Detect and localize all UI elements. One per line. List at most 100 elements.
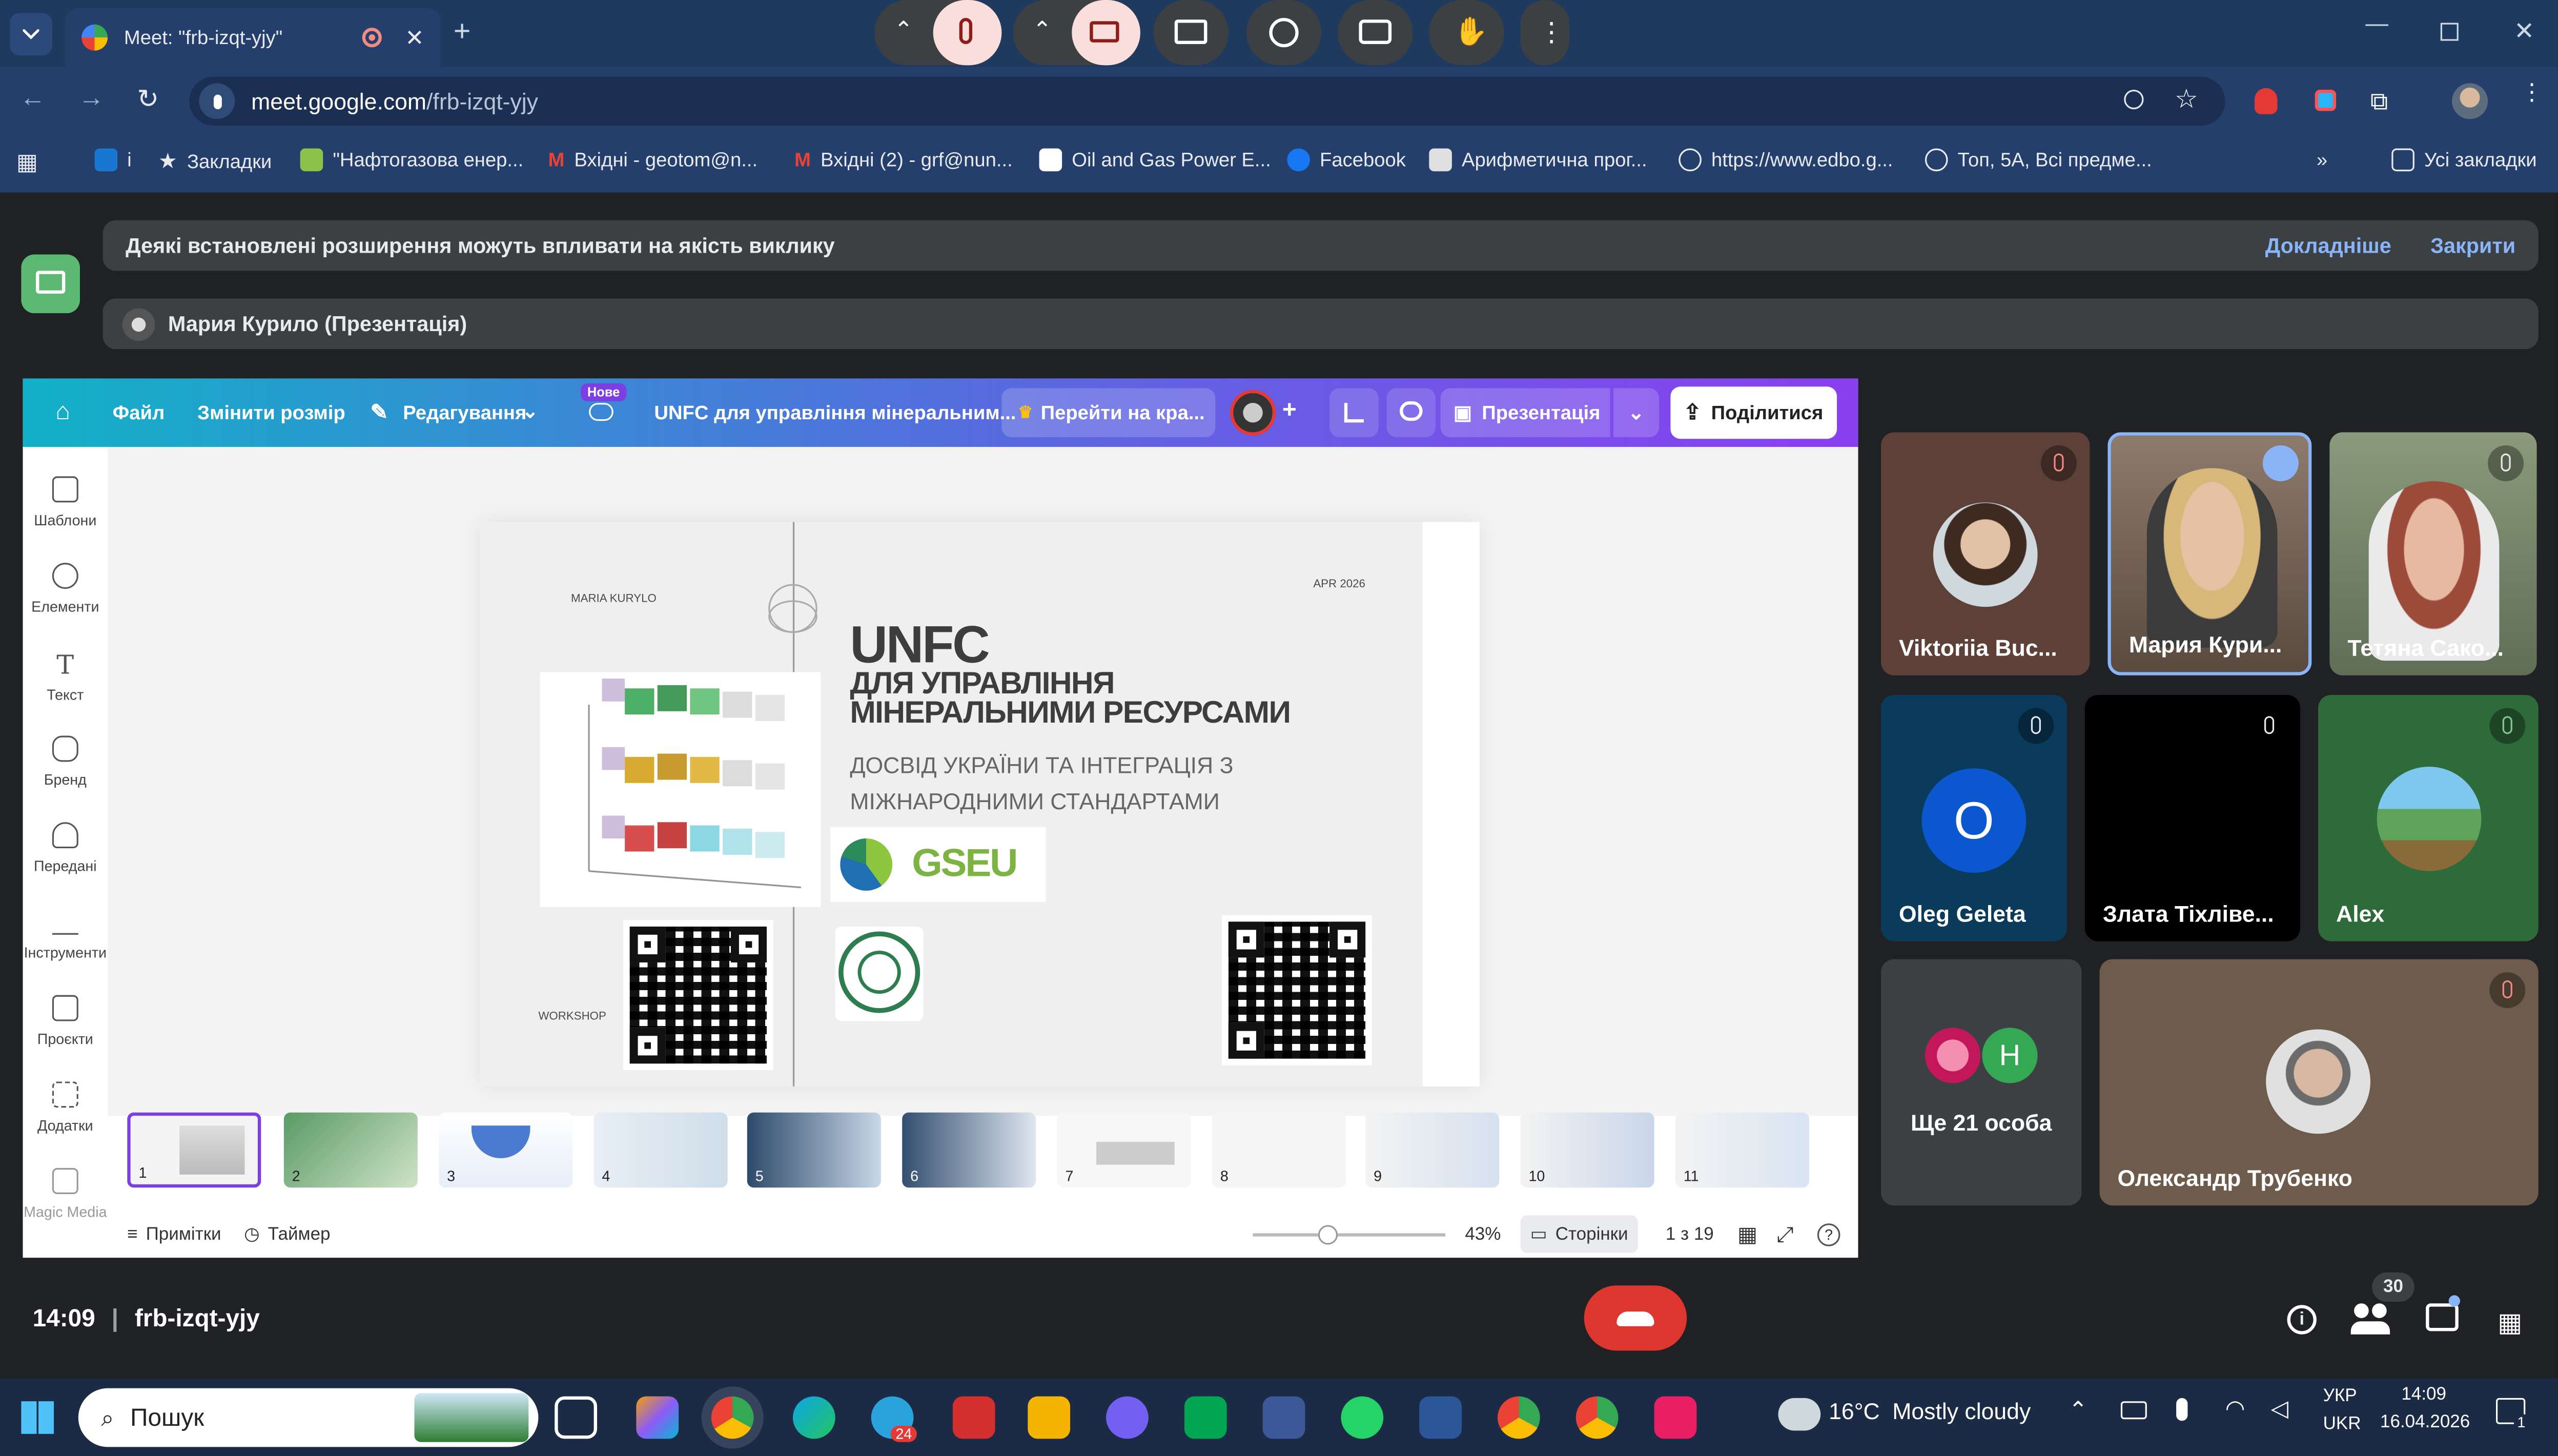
participant-tile-4[interactable]: O Oleg Geleta: [1880, 694, 2067, 941]
present-screen-button[interactable]: [1153, 0, 1229, 66]
bookmark-star-icon[interactable]: ☆: [2175, 83, 2198, 116]
file-explorer-icon[interactable]: [1028, 1396, 1071, 1439]
new-tab-icon[interactable]: +: [454, 15, 470, 49]
chevron-down-icon[interactable]: ⌄: [522, 400, 539, 423]
mic-toggle-button[interactable]: [933, 0, 1002, 66]
slide[interactable]: MARIA KURYLO APR 2026 UNFC ДЛЯ УПРАВЛІНН…: [479, 522, 1480, 1086]
thumbnail-3[interactable]: 3: [439, 1112, 573, 1188]
extension-screen-icon[interactable]: [2315, 90, 2337, 111]
more-bookmarks-icon[interactable]: »: [2317, 149, 2327, 172]
tab-search-button[interactable]: [10, 13, 52, 56]
language-secondary[interactable]: UKR: [2323, 1414, 2361, 1434]
chrome-taskbar-icon[interactable]: [701, 1386, 764, 1449]
bookmark-10[interactable]: Топ, 5А, Всі предме...: [1925, 148, 2152, 172]
thumbnail-6[interactable]: 6: [902, 1112, 1036, 1188]
learn-more-link[interactable]: Докладніше: [2265, 233, 2391, 258]
sidebar-templates[interactable]: Шаблони: [23, 476, 108, 528]
restore-button[interactable]: [2440, 23, 2459, 41]
tray-device-icon[interactable]: [2120, 1401, 2147, 1420]
clock-time[interactable]: 14:09: [2401, 1385, 2446, 1404]
tray-chevron-up-icon[interactable]: ⌃: [2069, 1397, 2088, 1424]
participant-tile-5[interactable]: Злата Тіхліве...: [2084, 694, 2301, 941]
screen-recorder-icon[interactable]: [1654, 1396, 1697, 1439]
editing-menu[interactable]: Редагування: [403, 401, 526, 424]
meet-app-icon[interactable]: [1184, 1396, 1227, 1439]
comments-button[interactable]: [1386, 388, 1436, 438]
window-close-button[interactable]: ✕: [2514, 16, 2534, 46]
add-collaborator-icon[interactable]: +: [1282, 396, 1297, 424]
sidebar-uploads[interactable]: Передані: [23, 822, 108, 874]
clock-date[interactable]: 16.04.2026: [2380, 1412, 2470, 1432]
start-windows-icon[interactable]: [21, 1401, 54, 1434]
apps-grid-icon[interactable]: ▦: [16, 149, 38, 176]
companion-mode-button[interactable]: [21, 254, 80, 314]
reactions-button[interactable]: [1246, 0, 1322, 66]
copilot-icon[interactable]: [636, 1396, 679, 1439]
grid-view-icon[interactable]: ▦: [1737, 1221, 1757, 1247]
browser-tab[interactable]: Meet: "frb-izqt-yjy" ✕: [65, 8, 441, 67]
tab-close-icon[interactable]: ✕: [405, 24, 424, 51]
thumbnail-8[interactable]: 8: [1212, 1112, 1346, 1188]
camera-toggle-button[interactable]: [1072, 0, 1140, 66]
thumbnail-2[interactable]: 2: [283, 1112, 418, 1188]
activities-grid-icon[interactable]: ▦: [2498, 1307, 2522, 1340]
tray-mic-icon[interactable]: [2176, 1398, 2188, 1421]
back-icon[interactable]: ←: [19, 85, 46, 114]
browser-menu-icon[interactable]: ⋮: [2521, 80, 2544, 103]
chrome-profile-icon[interactable]: [1497, 1396, 1540, 1439]
notes-button[interactable]: Примітки: [146, 1224, 221, 1244]
close-banner-link[interactable]: Закрити: [2430, 233, 2515, 258]
analytics-button[interactable]: [1329, 388, 1379, 438]
participant-tile-6[interactable]: Alex: [2318, 694, 2539, 941]
people-button[interactable]: [2350, 1303, 2393, 1336]
fullscreen-icon[interactable]: ⤢: [1776, 1221, 1793, 1247]
file-menu[interactable]: Файл: [113, 401, 165, 424]
participant-tile-2[interactable]: Мария Кури...: [2107, 432, 2312, 675]
document-title[interactable]: UNFC для управління мінеральним...: [654, 401, 1016, 424]
present-options-chevron-icon[interactable]: ⌄: [1613, 388, 1660, 438]
participant-tile-8[interactable]: Олександр Трубенко: [2099, 959, 2539, 1206]
thumbnail-4[interactable]: 4: [594, 1112, 728, 1188]
extension-red-icon[interactable]: [2254, 88, 2278, 114]
bookmark-4[interactable]: M Вхідні - geotom@n...: [548, 149, 758, 172]
bookmark-9[interactable]: https://www.edbo.g...: [1679, 148, 1893, 172]
thumbnail-1[interactable]: 1: [127, 1112, 261, 1188]
bookmark-6[interactable]: Oil and Gas Power E...: [1039, 148, 1271, 172]
more-options-button[interactable]: ⋮: [1520, 0, 1570, 66]
bookmark-2[interactable]: ★ Закладки: [158, 149, 272, 175]
chrome-profile-2-icon[interactable]: [1575, 1396, 1619, 1439]
thumbnail-5[interactable]: 5: [747, 1112, 881, 1188]
more-participants-tile[interactable]: H Ще 21 особа: [1880, 959, 2082, 1206]
camera-options-chevron-icon[interactable]: ⌃: [1033, 16, 1052, 44]
task-view-icon[interactable]: [555, 1396, 597, 1439]
thumbnail-11[interactable]: 11: [1675, 1112, 1809, 1188]
qr-code-right[interactable]: [1222, 915, 1372, 1065]
whatsapp-icon[interactable]: [1341, 1396, 1384, 1439]
mic-site-icon[interactable]: [199, 83, 235, 119]
weather-text[interactable]: Mostly cloudy: [1892, 1398, 2031, 1424]
minimize-button[interactable]: —: [2365, 10, 2388, 36]
edge-icon[interactable]: [792, 1396, 835, 1439]
taskbar-search[interactable]: ⌕ Пошук: [78, 1388, 539, 1447]
bookmark-3[interactable]: "Нафтогазова енер...: [300, 148, 523, 172]
bookmark-7[interactable]: Facebook: [1287, 148, 1406, 172]
pages-button[interactable]: ▭ Сторінки: [1520, 1215, 1638, 1253]
sidebar-projects[interactable]: Проєкти: [23, 995, 108, 1047]
reload-icon[interactable]: ↻: [137, 83, 159, 116]
share-button[interactable]: ⇪ Поділитися: [1670, 386, 1837, 439]
sidebar-tools[interactable]: Інструменти: [23, 909, 108, 961]
participant-tile-3[interactable]: Тетяна Сако...: [2329, 432, 2537, 675]
pdf-editor-icon[interactable]: [952, 1396, 995, 1439]
leave-call-button[interactable]: [1584, 1285, 1687, 1351]
raise-hand-button[interactable]: ✋: [1429, 0, 1504, 66]
sidebar-brand[interactable]: Бренд: [23, 735, 108, 788]
save-disk-icon[interactable]: [1262, 1396, 1305, 1439]
all-bookmarks[interactable]: Усі закладки: [2391, 148, 2537, 172]
thumbnail-7[interactable]: 7: [1057, 1112, 1191, 1188]
volume-icon[interactable]: ◁: [2271, 1395, 2288, 1422]
upgrade-button[interactable]: ♛ Перейти на кра...: [1001, 388, 1216, 438]
bookmark-5[interactable]: M Вхідні (2) - grf@nun...: [794, 149, 1013, 172]
sidebar-text[interactable]: T Текст: [23, 649, 108, 703]
collaborator-avatar[interactable]: [1230, 389, 1276, 436]
viber-icon[interactable]: [1106, 1396, 1149, 1439]
